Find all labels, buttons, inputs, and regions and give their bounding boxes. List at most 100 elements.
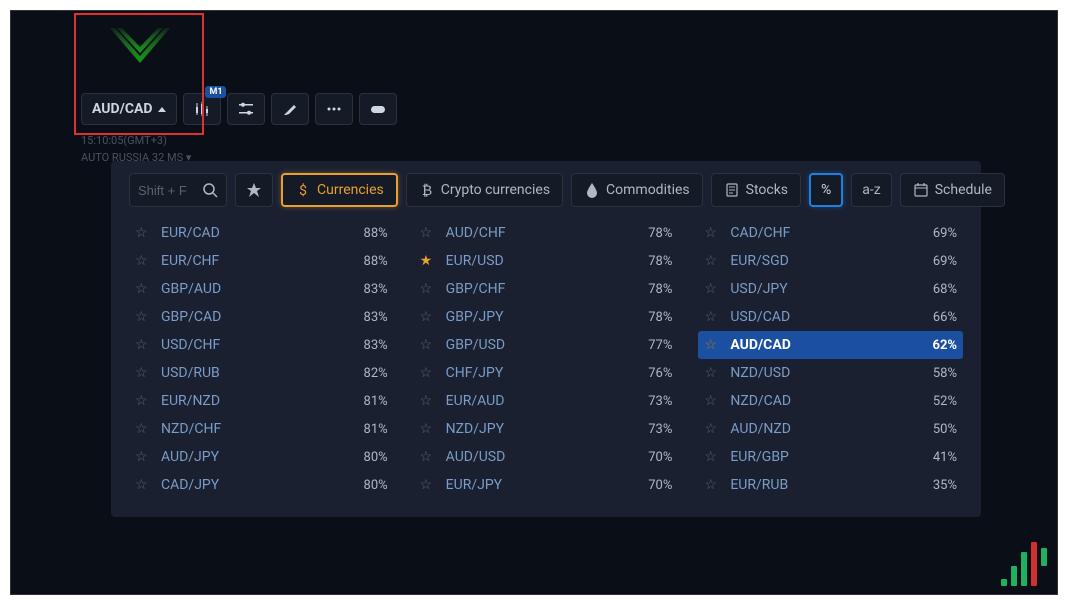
favorite-star-icon[interactable]: ☆ <box>704 365 720 381</box>
symbol-row[interactable]: ☆EUR/JPY70% <box>414 471 679 499</box>
symbol-row[interactable]: ☆NZD/CAD52% <box>698 387 963 415</box>
favorite-star-icon[interactable]: ☆ <box>420 281 436 297</box>
symbol-row[interactable]: ☆AUD/JPY80% <box>129 443 394 471</box>
pair-label: USD/CHF <box>161 337 364 353</box>
symbol-row[interactable]: ☆EUR/NZD81% <box>129 387 394 415</box>
search-box[interactable] <box>129 173 227 207</box>
symbol-row[interactable]: ☆GBP/CAD83% <box>129 303 394 331</box>
favorite-star-icon[interactable]: ☆ <box>135 281 151 297</box>
symbol-row[interactable]: ☆USD/JPY68% <box>698 275 963 303</box>
favorite-star-icon[interactable]: ★ <box>420 253 436 269</box>
symbol-row[interactable]: ☆EUR/CHF88% <box>129 247 394 275</box>
favorite-star-icon[interactable]: ☆ <box>420 393 436 409</box>
payout-label: 80% <box>364 450 388 465</box>
indicators-button[interactable] <box>227 93 265 125</box>
symbol-row[interactable]: ☆AUD/CHF78% <box>414 219 679 247</box>
app-window: AUD/CAD M1 15:10:05(GMT+3) AUTO RUSSIA 3… <box>10 10 1058 595</box>
commodities-filter[interactable]: Commodities <box>571 173 703 207</box>
symbol-row[interactable]: ☆EUR/SGD69% <box>698 247 963 275</box>
favorite-star-icon[interactable]: ☆ <box>420 365 436 381</box>
drawing-tools-button[interactable] <box>271 93 309 125</box>
symbol-row[interactable]: ☆GBP/JPY78% <box>414 303 679 331</box>
favorite-star-icon[interactable]: ☆ <box>135 253 151 269</box>
favorite-star-icon[interactable]: ☆ <box>135 365 151 381</box>
favorite-star-icon[interactable]: ☆ <box>420 449 436 465</box>
favorite-star-icon[interactable]: ☆ <box>420 225 436 241</box>
schedule-button[interactable]: Schedule <box>900 173 1005 207</box>
currencies-filter[interactable]: $ Currencies <box>281 173 398 207</box>
symbol-row[interactable]: ★EUR/USD78% <box>414 247 679 275</box>
favorite-star-icon[interactable]: ☆ <box>135 225 151 241</box>
gamepad-icon <box>370 101 386 117</box>
favorite-star-icon[interactable]: ☆ <box>704 449 720 465</box>
pair-label: EUR/CAD <box>161 225 364 241</box>
favorite-star-icon[interactable]: ☆ <box>704 309 720 325</box>
payout-label: 81% <box>364 394 388 409</box>
favorite-star-icon[interactable]: ☆ <box>420 337 436 353</box>
pair-label: NZD/CHF <box>161 421 364 437</box>
symbol-row[interactable]: ☆ AUD/CAD62% <box>698 331 963 359</box>
sort-percent-button[interactable]: % <box>809 173 843 207</box>
favorites-filter[interactable] <box>235 173 273 207</box>
symbol-columns: ☆EUR/CAD88%☆EUR/CHF88%☆GBP/AUD83%☆GBP/CA… <box>129 219 963 499</box>
chart-type-button[interactable]: M1 <box>183 93 221 125</box>
favorite-star-icon[interactable]: ☆ <box>135 449 151 465</box>
pair-label: AUD/CAD <box>730 337 932 353</box>
stocks-filter[interactable]: Stocks <box>711 173 801 207</box>
symbol-row[interactable]: ☆CAD/JPY80% <box>129 471 394 499</box>
payout-label: 62% <box>932 338 957 353</box>
candle <box>1021 552 1027 586</box>
payout-label: 78% <box>648 254 672 269</box>
symbol-row[interactable]: ☆EUR/CAD88% <box>129 219 394 247</box>
symbol-row[interactable]: ☆NZD/USD58% <box>698 359 963 387</box>
pair-label: CHF/JPY <box>446 365 649 381</box>
symbol-row[interactable]: ☆USD/CHF83% <box>129 331 394 359</box>
symbol-row[interactable]: ☆CHF/JPY76% <box>414 359 679 387</box>
search-input[interactable] <box>138 183 198 198</box>
favorite-star-icon[interactable]: ☆ <box>420 421 436 437</box>
pair-label: CAD/CHF <box>730 225 933 241</box>
pair-label: EUR/JPY <box>446 477 649 493</box>
symbol-row[interactable]: ☆USD/RUB82% <box>129 359 394 387</box>
symbol-row[interactable]: ☆AUD/USD70% <box>414 443 679 471</box>
favorite-star-icon[interactable]: ☆ <box>704 393 720 409</box>
document-icon <box>724 182 740 198</box>
pair-label: AUD/USD <box>446 449 649 465</box>
favorite-star-icon[interactable]: ☆ <box>135 337 151 353</box>
favorite-star-icon[interactable]: ☆ <box>135 421 151 437</box>
symbol-row[interactable]: ☆GBP/CHF78% <box>414 275 679 303</box>
symbol-row[interactable]: ☆CAD/CHF69% <box>698 219 963 247</box>
favorite-star-icon[interactable]: ☆ <box>704 421 720 437</box>
symbol-selector-button[interactable]: AUD/CAD <box>81 93 177 125</box>
gamepad-button[interactable] <box>359 93 397 125</box>
symbol-row[interactable]: ☆EUR/RUB35% <box>698 471 963 499</box>
az-label: a-z <box>862 182 880 198</box>
favorite-star-icon[interactable]: ☆ <box>704 253 720 269</box>
pair-label: EUR/AUD <box>446 393 649 409</box>
symbol-row[interactable]: ☆EUR/AUD73% <box>414 387 679 415</box>
favorite-star-icon[interactable]: ☆ <box>135 309 151 325</box>
crypto-filter[interactable]: ₿ Crypto currencies <box>406 173 563 207</box>
favorite-star-icon[interactable]: ☆ <box>135 477 151 493</box>
favorite-star-icon[interactable]: ☆ <box>420 309 436 325</box>
symbol-row[interactable]: ☆USD/CAD66% <box>698 303 963 331</box>
main-toolbar: AUD/CAD M1 <box>81 93 397 125</box>
symbol-row[interactable]: ☆AUD/NZD50% <box>698 415 963 443</box>
favorite-star-icon[interactable]: ☆ <box>704 225 720 241</box>
payout-label: 66% <box>933 310 957 325</box>
favorite-star-icon[interactable]: ☆ <box>704 337 720 353</box>
symbol-row[interactable]: ☆EUR/GBP41% <box>698 443 963 471</box>
favorite-star-icon[interactable]: ☆ <box>420 477 436 493</box>
favorite-star-icon[interactable]: ☆ <box>704 477 720 493</box>
symbol-row[interactable]: ☆GBP/USD77% <box>414 331 679 359</box>
symbol-row[interactable]: ☆NZD/CHF81% <box>129 415 394 443</box>
favorite-star-icon[interactable]: ☆ <box>704 281 720 297</box>
search-icon <box>202 182 218 198</box>
favorite-star-icon[interactable]: ☆ <box>135 393 151 409</box>
percent-label: % <box>821 182 831 198</box>
svg-text:₿: ₿ <box>422 183 432 198</box>
symbol-row[interactable]: ☆GBP/AUD83% <box>129 275 394 303</box>
more-button[interactable] <box>315 93 353 125</box>
sort-az-button[interactable]: a-z <box>851 173 891 207</box>
symbol-row[interactable]: ☆NZD/JPY73% <box>414 415 679 443</box>
